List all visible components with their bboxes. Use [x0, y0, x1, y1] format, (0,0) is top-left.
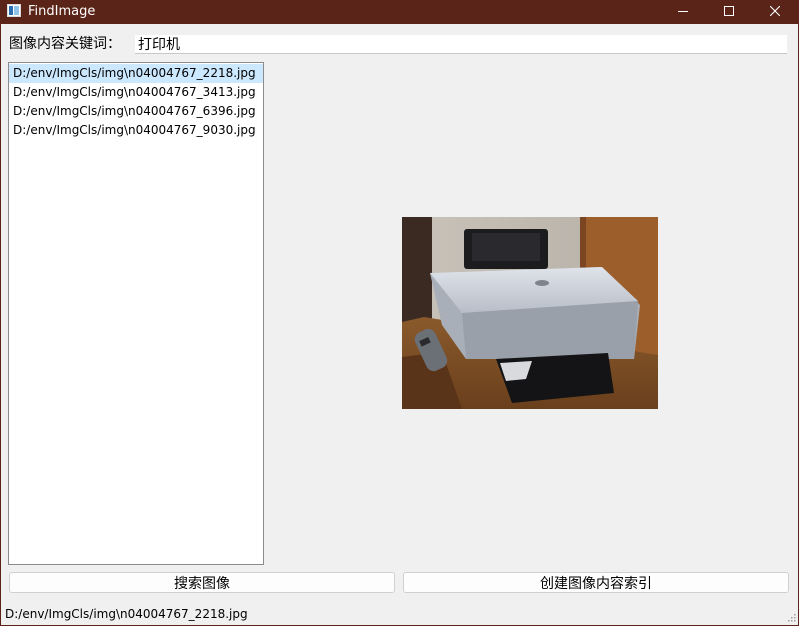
list-item[interactable]: D:/env/ImgCls/img\n04004767_3413.jpg: [9, 83, 263, 102]
resize-grip-icon[interactable]: [786, 612, 796, 622]
printer-photo: [402, 217, 658, 409]
close-button[interactable]: [752, 0, 798, 22]
minimize-button[interactable]: [660, 0, 706, 22]
list-item[interactable]: D:/env/ImgCls/img\n04004767_2218.jpg: [9, 64, 263, 83]
search-images-button[interactable]: 搜索图像: [9, 572, 395, 593]
minimize-icon: [678, 11, 688, 12]
maximize-icon: [724, 6, 734, 16]
main-window: FindImage 图像内容关键词： D:/env/ImgCls/img\n04…: [0, 0, 799, 626]
keyword-input[interactable]: [135, 35, 787, 54]
list-item[interactable]: D:/env/ImgCls/img\n04004767_6396.jpg: [9, 102, 263, 121]
maximize-button[interactable]: [706, 0, 752, 22]
status-bar-text: D:/env/ImgCls/img\n04004767_2218.jpg: [5, 607, 248, 621]
app-image-icon: [7, 4, 21, 17]
list-item[interactable]: D:/env/ImgCls/img\n04004767_9030.jpg: [9, 121, 263, 140]
result-list[interactable]: D:/env/ImgCls/img\n04004767_2218.jpg D:/…: [8, 62, 264, 565]
close-icon: [770, 6, 780, 16]
title-bar[interactable]: FindImage: [1, 0, 798, 24]
keyword-label: 图像内容关键词：: [9, 36, 121, 52]
image-preview: [402, 217, 658, 409]
window-title: FindImage: [28, 4, 96, 19]
build-index-button[interactable]: 创建图像内容索引: [403, 572, 789, 593]
